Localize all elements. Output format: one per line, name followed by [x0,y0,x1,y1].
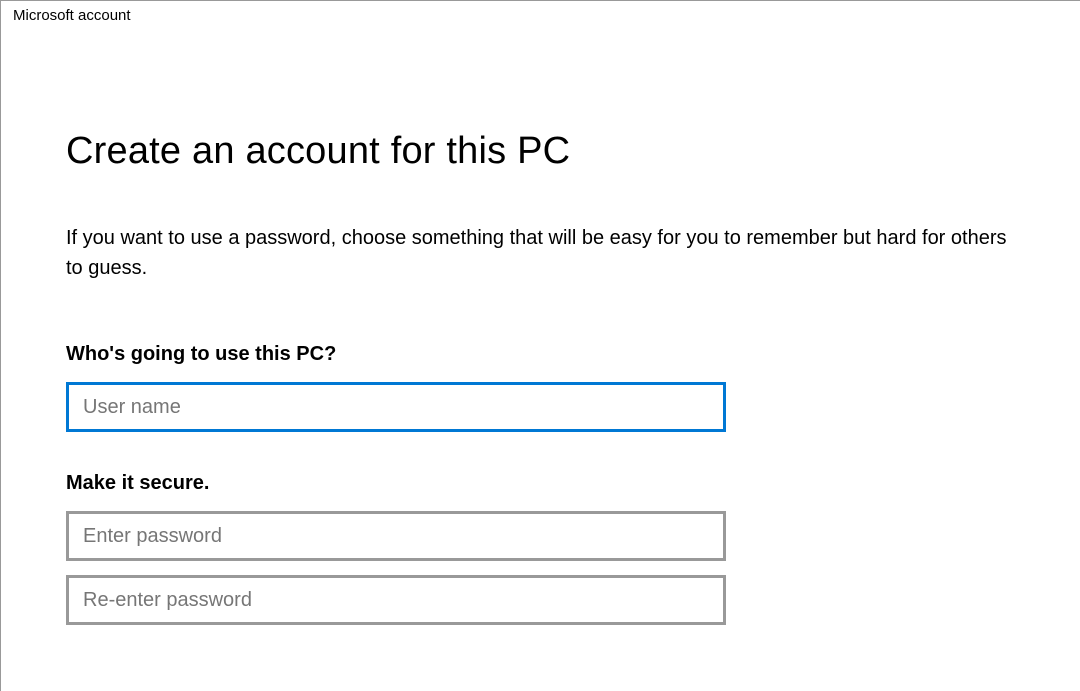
main-content: Create an account for this PC If you wan… [1,30,1080,625]
window: Microsoft account Create an account for … [0,0,1080,691]
page-title: Create an account for this PC [66,130,1020,173]
window-title: Microsoft account [1,1,1080,30]
password-input[interactable] [66,511,726,561]
page-description: If you want to use a password, choose so… [66,223,1020,283]
username-section-label: Who's going to use this PC? [66,343,1020,366]
username-input[interactable] [66,382,726,432]
confirm-password-input[interactable] [66,575,726,625]
password-section-label: Make it secure. [66,472,1020,495]
